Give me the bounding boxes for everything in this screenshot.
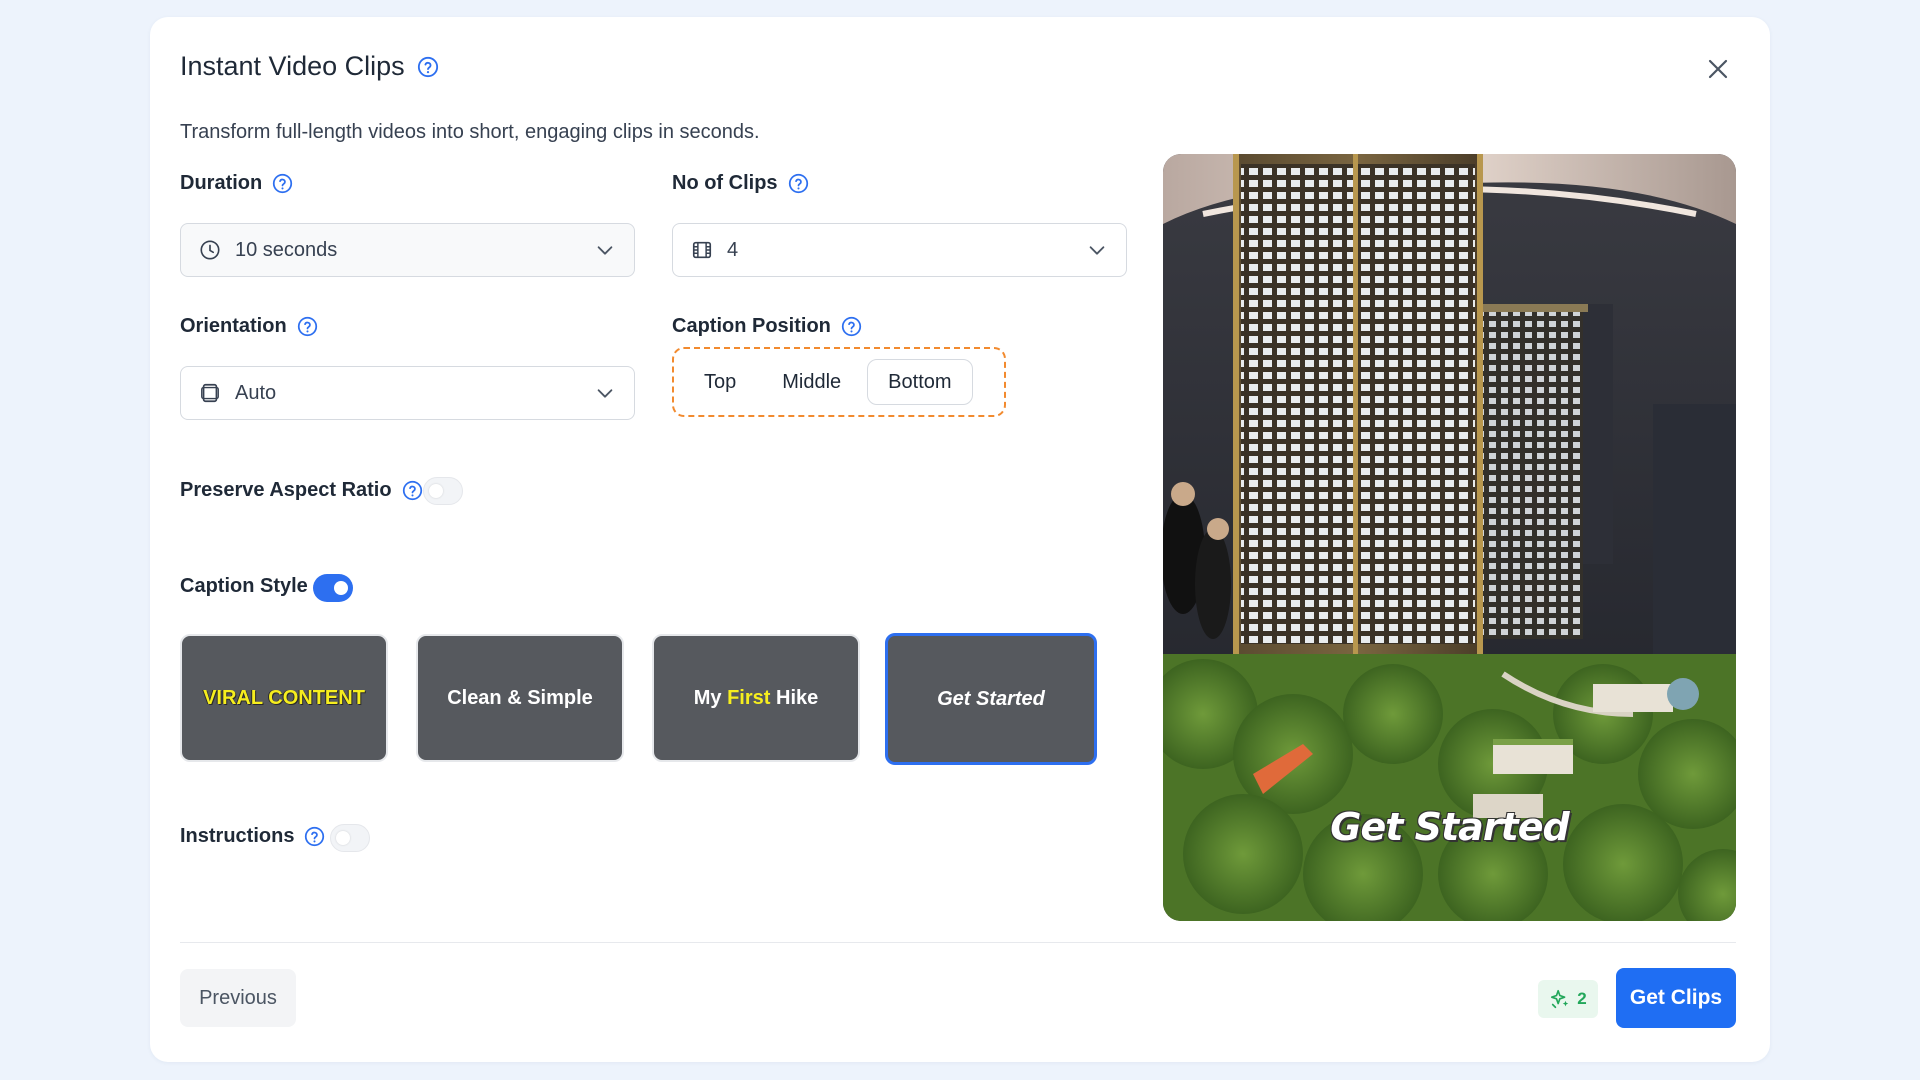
clips-label-row: No of Clips bbox=[672, 172, 809, 195]
caption-position-selector: Top Middle Bottom bbox=[672, 347, 1006, 417]
help-icon[interactable] bbox=[304, 826, 325, 847]
chevron-down-icon bbox=[594, 382, 616, 404]
clips-value: 4 bbox=[727, 238, 739, 261]
instructions-label: Instructions bbox=[180, 825, 295, 847]
chevron-down-icon bbox=[594, 239, 616, 261]
help-icon[interactable] bbox=[402, 480, 423, 501]
hike-pre: My bbox=[693, 686, 728, 709]
caption-style-viral[interactable]: VIRAL CONTENT bbox=[180, 634, 388, 762]
instructions-toggle[interactable] bbox=[330, 824, 370, 852]
duration-select[interactable]: 10 seconds bbox=[180, 223, 635, 277]
clock-icon bbox=[199, 239, 221, 261]
help-icon[interactable] bbox=[297, 316, 318, 337]
credits-count: 2 bbox=[1577, 989, 1587, 1008]
footer-divider bbox=[180, 942, 1736, 943]
preview-caption: Get Started bbox=[1330, 805, 1569, 849]
help-icon[interactable] bbox=[841, 316, 862, 337]
preserve-aspect-label: Preserve Aspect Ratio bbox=[180, 479, 392, 501]
clips-label: No of Clips bbox=[672, 172, 778, 194]
preserve-aspect-label-row: Preserve Aspect Ratio bbox=[180, 479, 423, 502]
title-row: Instant Video Clips bbox=[180, 51, 439, 82]
orientation-label: Orientation bbox=[180, 315, 287, 337]
caption-style-hike[interactable]: My First Hike bbox=[652, 634, 860, 762]
caption-style-clean[interactable]: Clean & Simple bbox=[416, 634, 624, 762]
orientation-icon bbox=[199, 382, 221, 404]
caption-style-hike-text: My First Hike bbox=[694, 687, 819, 710]
caption-style-label-row: Caption Style bbox=[180, 575, 308, 598]
orientation-value: Auto bbox=[235, 381, 277, 404]
caption-position-label: Caption Position bbox=[672, 315, 831, 337]
help-icon[interactable] bbox=[788, 173, 809, 194]
modal-title: Instant Video Clips bbox=[180, 51, 405, 81]
get-clips-button[interactable]: Get Clips bbox=[1616, 968, 1736, 1028]
duration-label-row: Duration bbox=[180, 172, 293, 195]
help-icon[interactable] bbox=[417, 56, 439, 78]
caption-style-toggle[interactable] bbox=[313, 574, 353, 602]
clips-select[interactable]: 4 bbox=[672, 223, 1127, 277]
preserve-aspect-toggle[interactable] bbox=[423, 477, 463, 505]
video-preview: Get Started bbox=[1163, 154, 1736, 921]
duration-value: 10 seconds bbox=[235, 238, 338, 261]
credits-badge: 2 bbox=[1538, 980, 1598, 1018]
sparkle-icon bbox=[1551, 989, 1569, 1009]
film-icon bbox=[691, 239, 713, 261]
hike-post: Hike bbox=[770, 686, 819, 709]
caption-position-bottom[interactable]: Bottom bbox=[867, 359, 973, 405]
modal-subtitle: Transform full-length videos into short,… bbox=[180, 121, 760, 143]
instructions-label-row: Instructions bbox=[180, 825, 325, 848]
close-icon bbox=[1708, 59, 1728, 79]
caption-style-viral-text: VIRAL CONTENT bbox=[203, 686, 365, 709]
chevron-down-icon bbox=[1086, 239, 1108, 261]
hike-highlight: First bbox=[727, 686, 771, 709]
close-button[interactable] bbox=[1702, 53, 1734, 85]
previous-button[interactable]: Previous bbox=[180, 969, 296, 1027]
orientation-select[interactable]: Auto bbox=[180, 366, 635, 420]
caption-position-top[interactable]: Top bbox=[684, 359, 756, 405]
caption-position-label-row: Caption Position bbox=[672, 315, 862, 338]
caption-style-get-started[interactable]: Get Started bbox=[885, 633, 1097, 765]
orientation-label-row: Orientation bbox=[180, 315, 318, 338]
caption-style-clean-text: Clean & Simple bbox=[447, 686, 593, 709]
caption-style-get-started-text: Get Started bbox=[937, 687, 1045, 710]
caption-position-middle[interactable]: Middle bbox=[762, 359, 861, 405]
help-icon[interactable] bbox=[272, 173, 293, 194]
duration-label: Duration bbox=[180, 172, 263, 194]
instant-video-clips-modal: Instant Video Clips Transform full-lengt… bbox=[150, 17, 1770, 1062]
caption-style-label: Caption Style bbox=[180, 575, 308, 597]
